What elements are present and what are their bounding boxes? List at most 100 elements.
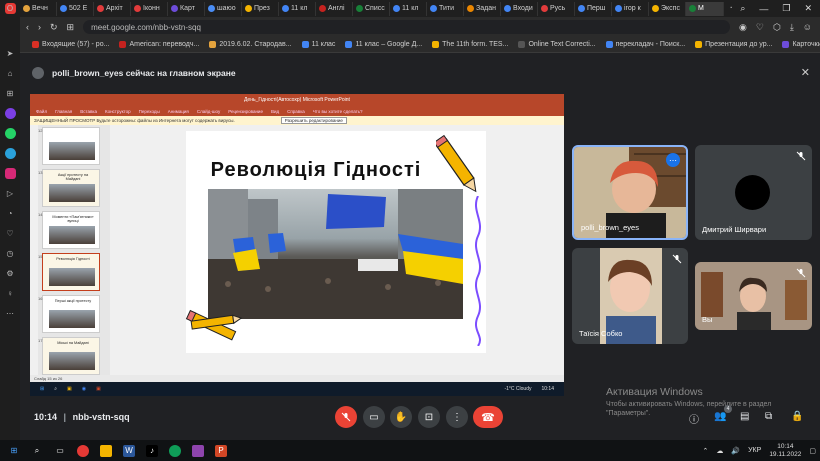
language-indicator[interactable]: УКР — [748, 447, 761, 454]
camera-icon[interactable]: ◉ — [739, 22, 747, 33]
raise-hand-button[interactable]: ✋ — [390, 406, 412, 428]
taskbar-clock[interactable]: 10:14 19.11.2022 — [769, 443, 801, 459]
browser-tab[interactable]: Перш — [575, 1, 612, 16]
ribbon-tab[interactable]: Слайд-шоу — [197, 109, 220, 114]
ribbon-tab[interactable]: Анимация — [168, 109, 189, 114]
clock-icon[interactable]: ◷ — [5, 248, 16, 259]
browser-tab[interactable]: М — [686, 1, 724, 16]
browser-tab[interactable]: Тити — [427, 1, 464, 16]
ribbon-tab[interactable]: Файл — [36, 109, 47, 114]
participant-tile-polli[interactable]: ⋯ polli_brown_eyes — [572, 145, 688, 240]
ribbon-tab[interactable]: Что вы хотите сделать? — [313, 109, 363, 114]
opera-taskbar-icon[interactable] — [77, 444, 89, 457]
participant-tile-dmitry[interactable]: Дмитрий Ширвари — [695, 145, 812, 240]
tray-chevron-icon[interactable]: ⌃ — [703, 447, 709, 455]
ribbon-tab[interactable]: Переходы — [139, 109, 160, 114]
telegram-icon[interactable] — [4, 148, 16, 159]
slide-thumbnail[interactable]: 15 Революція Гідності — [38, 253, 100, 291]
ribbon-tab[interactable]: Рецензирование — [228, 109, 263, 114]
participant-tile-taisia[interactable]: Таїсія Собко — [572, 248, 688, 344]
browser-tab[interactable]: Архіт — [94, 1, 131, 16]
browser-tab[interactable]: Русь — [538, 1, 575, 16]
present-button[interactable]: ⊡ — [418, 406, 440, 428]
tiles-icon[interactable]: ⊞ — [67, 22, 75, 33]
heart-icon[interactable]: ♡ — [5, 228, 16, 239]
browser-tab[interactable]: През — [242, 1, 279, 16]
bookmark-item[interactable]: Карточки Персона... — [782, 41, 820, 48]
download-icon[interactable]: ⤓ — [790, 22, 794, 33]
mic-toggle-button[interactable] — [335, 406, 357, 428]
browser-tab[interactable]: Англі — [316, 1, 353, 16]
task-view-icon[interactable]: ▭ — [54, 445, 66, 457]
browser-tab[interactable]: Вечн — [20, 1, 57, 16]
settings-icon[interactable]: ⚙ — [5, 268, 16, 279]
start-icon[interactable]: ⊞ — [8, 445, 20, 457]
participant-tile-self[interactable]: Вы — [695, 262, 812, 330]
info-icon[interactable]: ⓘ — [689, 411, 699, 426]
word-icon[interactable]: W — [123, 444, 135, 457]
chat-icon[interactable]: ▤ — [740, 411, 749, 422]
slide-thumbnail[interactable]: 14 Моменти «Пам'ятники» вулиці — [38, 211, 100, 249]
whatsapp-icon[interactable] — [4, 128, 16, 139]
ribbon-tab[interactable]: Вид — [271, 109, 279, 114]
ribbon-tab[interactable]: Справка — [287, 109, 305, 114]
close-banner-icon[interactable]: ✕ — [801, 66, 810, 79]
messenger-icon[interactable] — [4, 108, 16, 119]
back-icon[interactable]: ‹ — [26, 22, 29, 32]
bookmark-heart-icon[interactable]: ♡ — [756, 22, 764, 33]
account-icon[interactable]: ☺ — [803, 22, 820, 32]
search-icon[interactable]: ⌕ — [31, 445, 43, 457]
bookmark-item[interactable]: 2019.6.02. Стародав... — [209, 41, 292, 48]
reload-icon[interactable]: ↻ — [50, 22, 58, 33]
explorer-icon[interactable] — [100, 444, 112, 457]
bookmark-item[interactable]: American: переводч... — [119, 41, 199, 48]
bookmark-item[interactable]: 11 клас — [301, 41, 335, 48]
bookmark-item[interactable]: Online Text Correcti... — [518, 41, 596, 48]
ribbon-tab[interactable]: Главная — [55, 109, 72, 114]
bookmark-item[interactable]: Входящие (57) - ро... — [32, 41, 109, 48]
browser-tab[interactable]: 11 кл — [390, 1, 427, 16]
tiktok-icon[interactable]: ♪ — [146, 444, 158, 457]
bookmark-item[interactable]: перекладач - Поиск... — [605, 41, 685, 48]
bulb-icon[interactable]: ♀ — [5, 288, 16, 299]
search-tabs-icon[interactable]: ⌕ — [740, 3, 745, 14]
enable-editing-button[interactable]: Разрешить редактирование — [280, 117, 347, 124]
opera-logo-icon[interactable]: O — [4, 3, 16, 14]
browser-tab[interactable]: Экспс — [649, 1, 686, 16]
browser-tab[interactable]: Входи — [501, 1, 538, 16]
volume-icon[interactable]: 🔊 — [731, 447, 740, 455]
speed-dial-icon[interactable]: ⊞ — [5, 88, 16, 99]
browser-tab[interactable]: 502 E — [57, 1, 94, 16]
slide-thumbnail[interactable]: 13 Акції протесту на Майдані — [38, 169, 100, 207]
viber-icon[interactable] — [192, 444, 204, 457]
slide-thumbnail[interactable]: 17 Міські на Майдані — [38, 337, 100, 375]
browser-tab[interactable]: шаюо — [205, 1, 242, 16]
more-icon[interactable]: ⋯ — [5, 308, 16, 319]
browser-tab[interactable]: irop к — [612, 1, 649, 16]
host-controls-icon[interactable]: 🔒 — [791, 411, 803, 422]
player-icon[interactable]: ▷ — [5, 188, 16, 199]
browser-tab[interactable]: Іконн — [131, 1, 168, 16]
powerpoint-icon[interactable]: P — [215, 444, 227, 457]
slide-thumbnail[interactable]: 16 Перші акції протесту — [38, 295, 100, 333]
network-icon[interactable]: ☁ — [716, 447, 723, 455]
ribbon-tab[interactable]: Вставка — [80, 109, 97, 114]
bookmark-item[interactable]: Презентация до ур... — [695, 41, 772, 48]
maximize-icon[interactable]: ❐ — [782, 3, 790, 14]
url-field[interactable]: meet.google.com/nbb-vstn-sqq — [83, 20, 731, 34]
edge-icon[interactable] — [169, 444, 181, 457]
browser-tab[interactable]: Карт — [168, 1, 205, 16]
send-icon[interactable]: ➤ — [5, 48, 16, 59]
instagram-icon[interactable] — [4, 168, 16, 179]
browser-tab[interactable]: 11 кл — [279, 1, 316, 16]
more-options-button[interactable]: ⋮ — [446, 406, 468, 428]
bookmark-item[interactable]: 11 клас – Google Д... — [345, 41, 422, 48]
slide-thumbnail[interactable]: 12 — [38, 127, 100, 165]
bookmark-item[interactable]: The 11th form. TES... — [432, 41, 508, 48]
forward-icon[interactable]: › — [38, 22, 41, 32]
close-icon[interactable]: ✕ — [804, 3, 812, 14]
browser-tab[interactable]: Задан — [464, 1, 501, 16]
minimize-icon[interactable]: — — [759, 4, 768, 14]
home-icon[interactable]: ⌂ — [5, 68, 16, 79]
activities-icon[interactable]: ⧉ — [765, 411, 772, 422]
